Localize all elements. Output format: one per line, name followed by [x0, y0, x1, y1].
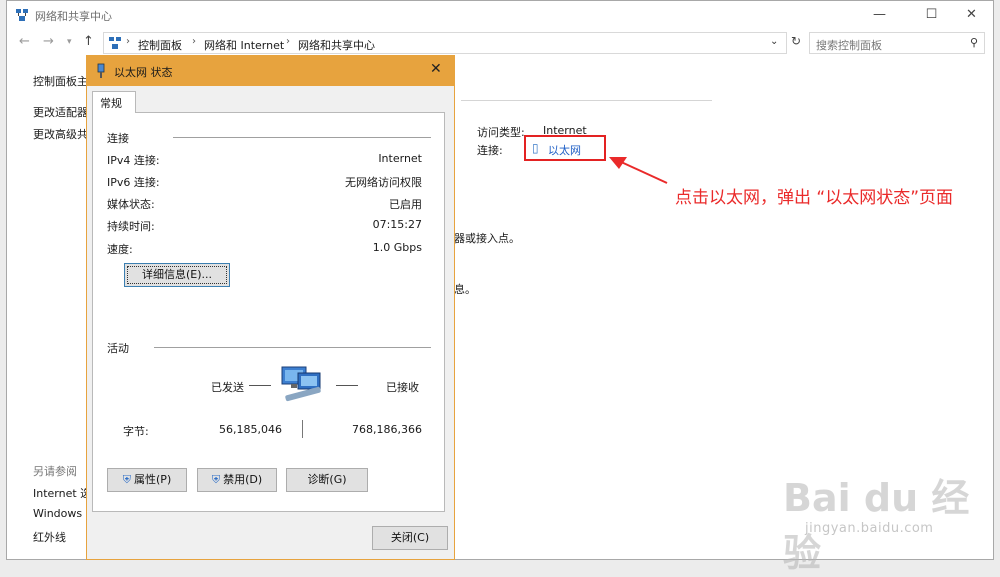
media-state-value: 已启用 — [389, 198, 422, 211]
received-label: 已接收 — [386, 381, 419, 394]
ipv4-value: Internet — [378, 152, 422, 165]
breadcrumb-control-panel[interactable]: 控制面板 — [138, 37, 182, 53]
disable-button[interactable]: ⛨ 禁用(D) — [197, 468, 277, 492]
duration-value: 07:15:27 — [372, 218, 422, 231]
network-text-fragment: 息。 — [454, 283, 476, 296]
tab-general-label: 常规 — [100, 97, 122, 110]
group-divider — [154, 347, 431, 348]
access-type-label: 访问类型: — [477, 126, 525, 139]
recent-dropdown-icon[interactable]: ▾ — [67, 37, 72, 47]
properties-label: 属性(P) — [134, 473, 172, 486]
bytes-separator — [302, 420, 303, 438]
baidu-watermark: Bai du 经验 jingyan.baidu.com — [755, 459, 985, 575]
dialog-close-button[interactable]: 关闭(C) — [372, 526, 448, 550]
tab-general[interactable]: 常规 — [92, 91, 136, 113]
disable-label: 禁用(D) — [223, 473, 263, 486]
search-placeholder: 搜索控制面板 — [816, 39, 882, 52]
see-also-infrared[interactable]: 红外线 — [33, 529, 66, 545]
network-center-icon — [16, 9, 28, 21]
address-bar[interactable]: › 控制面板 › 网络和 Internet › 网络和共享中心 ⌄ — [103, 32, 787, 54]
speed-label: 速度: — [107, 243, 133, 256]
connection-label: 连接: — [477, 144, 503, 157]
search-icon[interactable]: ⚲ — [970, 36, 978, 49]
breadcrumb-chevron-icon: › — [286, 36, 290, 47]
back-arrow-icon[interactable]: ← — [19, 34, 30, 49]
diagnose-button[interactable]: 诊断(G) — [286, 468, 368, 492]
received-dash — [336, 385, 358, 386]
minimize-button[interactable]: — — [857, 1, 902, 29]
ethernet-icon — [97, 63, 105, 78]
details-button[interactable]: 详细信息(E)... — [124, 263, 230, 287]
ethernet-icon: ▯ — [532, 141, 539, 155]
sidebar-home-link[interactable]: 控制面板主 — [33, 73, 88, 89]
network-activity-icon — [281, 366, 321, 402]
breadcrumb-network-center[interactable]: 网络和共享中心 — [298, 37, 375, 53]
watermark-url: jingyan.baidu.com — [805, 521, 934, 536]
maximize-button[interactable]: ☐ — [909, 1, 954, 29]
see-also-heading: 另请参阅 — [33, 465, 77, 478]
see-also-internet-options[interactable]: Internet 选 — [33, 485, 91, 501]
bytes-sent-value: 56,185,046 — [219, 423, 282, 436]
annotation-text: 点击以太网，弹出 “以太网状态”页面 — [675, 188, 954, 208]
refresh-icon[interactable]: ↻ — [788, 34, 804, 52]
ipv6-value: 无网络访问权限 — [345, 176, 422, 189]
address-dropdown-icon[interactable]: ⌄ — [770, 36, 778, 47]
ethernet-link-label[interactable]: 以太网 — [548, 142, 581, 158]
sent-dash — [249, 385, 271, 386]
close-button[interactable]: ✕ — [949, 1, 994, 29]
network-text-fragment: 器或接入点。 — [454, 232, 520, 245]
up-arrow-icon[interactable]: ↑ — [83, 34, 94, 49]
group-divider — [173, 137, 431, 138]
bytes-received-value: 768,186,366 — [352, 423, 422, 436]
search-input[interactable]: 搜索控制面板 ⚲ — [809, 32, 985, 54]
properties-button[interactable]: ⛨ 属性(P) — [107, 468, 187, 492]
sidebar-item-advanced-sharing[interactable]: 更改高级共 — [33, 126, 88, 142]
activity-group-title: 活动 — [107, 342, 129, 355]
ethernet-connection-link[interactable]: ▯ 以太网 — [524, 135, 606, 161]
window-title: 网络和共享中心 — [35, 10, 112, 23]
address-row: ← → ▾ ↑ › 控制面板 › 网络和 Internet › 网络和共享中心 … — [7, 30, 993, 56]
breadcrumb-chevron-icon: › — [192, 36, 196, 47]
see-also-windows-defender[interactable]: Windows D — [33, 507, 94, 520]
annotation-arrow-icon — [609, 157, 668, 184]
sent-label: 已发送 — [211, 381, 244, 394]
ethernet-status-dialog: 以太网 状态 ✕ 常规 连接 IPv4 连接: Internet IPv6 连接… — [86, 55, 455, 560]
dialog-body: 常规 连接 IPv4 连接: Internet IPv6 连接: 无网络访问权限… — [87, 86, 454, 559]
control-panel-icon — [109, 37, 121, 49]
title-bar: 网络和共享中心 — ☐ ✕ — [7, 1, 993, 29]
dialog-close-icon[interactable]: ✕ — [430, 61, 442, 77]
media-state-label: 媒体状态: — [107, 198, 155, 211]
section-divider — [461, 100, 712, 101]
ipv6-label: IPv6 连接: — [107, 176, 160, 189]
bytes-label: 字节: — [123, 425, 149, 438]
connection-group-title: 连接 — [107, 132, 129, 145]
dialog-title: 以太网 状态 — [114, 66, 173, 79]
tab-panel: 连接 IPv4 连接: Internet IPv6 连接: 无网络访问权限 媒体… — [92, 112, 445, 512]
breadcrumb-chevron-icon: › — [126, 36, 130, 47]
uac-shield-icon: ⛨ — [211, 473, 221, 486]
ipv4-label: IPv4 连接: — [107, 154, 160, 167]
speed-value: 1.0 Gbps — [372, 241, 422, 254]
sidebar-item-adapter[interactable]: 更改适配器 — [33, 104, 88, 120]
duration-label: 持续时间: — [107, 220, 155, 233]
uac-shield-icon: ⛨ — [122, 473, 132, 486]
breadcrumb-network-internet[interactable]: 网络和 Internet — [204, 37, 284, 53]
forward-arrow-icon[interactable]: → — [43, 34, 54, 49]
